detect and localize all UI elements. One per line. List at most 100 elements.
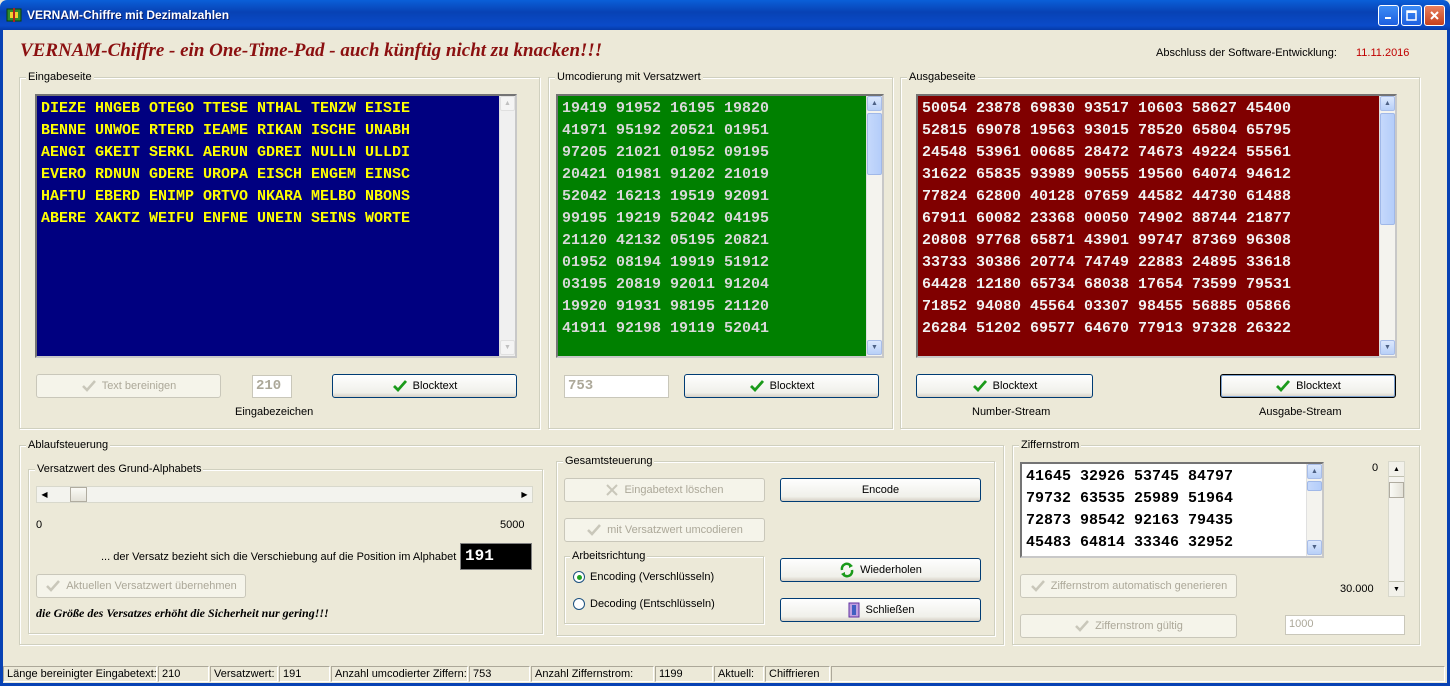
- status-current-label: Aktuell:: [714, 666, 764, 682]
- scroll-down-icon[interactable]: ▼: [1389, 581, 1404, 596]
- number-stream-blocktext-button[interactable]: Blocktext: [916, 374, 1093, 398]
- clean-text-label: Text bereinigen: [101, 380, 177, 392]
- status-offset-value: 191: [279, 666, 330, 682]
- input-blocktext-label: Blocktext: [412, 380, 458, 392]
- overall-control-title: Gesamtsteuerung: [563, 455, 655, 467]
- scroll-up-icon[interactable]: ▲: [867, 96, 882, 111]
- slider-right-icon[interactable]: ▶: [517, 487, 532, 502]
- close-window-button[interactable]: [1424, 5, 1445, 26]
- recoding-scrollbar[interactable]: ▲ ▼: [866, 96, 882, 356]
- status-length-label: Länge bereinigter Eingabetext:: [3, 666, 157, 682]
- output-scrollbar[interactable]: ▲ ▼: [1379, 96, 1395, 356]
- char-count-field[interactable]: 210: [252, 375, 292, 398]
- title-bar[interactable]: VERNAM-Chiffre mit Dezimalzahlen: [0, 0, 1450, 30]
- status-length-value: 210: [158, 666, 209, 682]
- input-textarea[interactable]: DIEZE HNGEB OTEGO TTESE NTHAL TENZW EISI…: [35, 94, 517, 358]
- recoding-blocktext-label: Blocktext: [769, 380, 815, 392]
- input-scrollbar[interactable]: ▲ ▼: [499, 96, 515, 356]
- recoding-title: Umcodierung mit Versatzwert: [555, 71, 703, 83]
- status-stream-label: Anzahl Ziffernstrom:: [531, 666, 654, 682]
- dev-date-value: 11.11.2016: [1356, 47, 1410, 59]
- scroll-down-icon[interactable]: ▼: [1307, 540, 1322, 555]
- radio-decoding[interactable]: [573, 598, 585, 610]
- stream-length-field[interactable]: 1000: [1285, 615, 1405, 635]
- length-scroll-thumb[interactable]: [1389, 482, 1404, 498]
- slider-max-label: 5000: [500, 519, 525, 531]
- check-icon: [1030, 580, 1045, 592]
- generate-stream-button[interactable]: Ziffernstrom automatisch generieren: [1020, 574, 1237, 598]
- offset-note: ... der Versatz bezieht sich die Verschi…: [101, 551, 457, 563]
- scroll-thumb[interactable]: [867, 113, 882, 175]
- output-stream-blocktext-label: Blocktext: [1296, 380, 1341, 392]
- minimize-icon: [1385, 17, 1391, 19]
- recoded-count-field[interactable]: 753: [564, 375, 669, 398]
- clear-input-button[interactable]: Eingabetext löschen: [564, 478, 765, 502]
- window-title: VERNAM-Chiffre mit Dezimalzahlen: [27, 8, 230, 22]
- apply-offset-button[interactable]: Aktuellen Versatzwert übernehmen: [36, 574, 246, 598]
- refresh-icon: [840, 562, 854, 578]
- repeat-button[interactable]: Wiederholen: [780, 558, 981, 582]
- check-icon: [587, 524, 602, 536]
- scroll-down-icon[interactable]: ▼: [500, 340, 515, 355]
- scroll-down-icon[interactable]: ▼: [1380, 340, 1395, 355]
- dev-date-label: Abschluss der Software-Entwicklung:: [1156, 47, 1337, 59]
- clean-text-button[interactable]: Text bereinigen: [36, 374, 221, 398]
- direction-group: [564, 556, 764, 624]
- check-icon: [81, 380, 96, 392]
- slider-left-icon[interactable]: ◀: [37, 487, 52, 502]
- check-icon: [1276, 380, 1291, 393]
- maximize-button[interactable]: [1401, 5, 1422, 26]
- minimize-button[interactable]: [1378, 5, 1399, 26]
- radio-encoding-label: Encoding (Verschlüsseln): [590, 571, 715, 583]
- output-page-title: Ausgabeseite: [907, 71, 978, 83]
- apply-offset-label: Aktuellen Versatzwert übernehmen: [66, 580, 237, 592]
- input-blocktext-button[interactable]: Blocktext: [332, 374, 517, 398]
- number-stream-blocktext-label: Blocktext: [992, 380, 1038, 392]
- recode-with-offset-button[interactable]: mit Versatzwert umcodieren: [564, 518, 765, 542]
- check-icon: [972, 380, 987, 393]
- security-hint: die Größe des Versatzes erhöht die Siche…: [36, 606, 329, 620]
- output-stream-blocktext-button[interactable]: Blocktext: [1220, 374, 1396, 398]
- encode-button[interactable]: Encode: [780, 478, 981, 502]
- scroll-up-icon[interactable]: ▲: [1389, 462, 1404, 477]
- slider-thumb[interactable]: [70, 487, 87, 502]
- radio-decoding-label: Decoding (Entschlüsseln): [590, 598, 715, 610]
- close-icon: [1430, 11, 1439, 20]
- digit-stream-scrollbar[interactable]: ▲ ▼: [1306, 464, 1322, 556]
- offset-value-display: 191: [460, 543, 532, 570]
- spin-bottom-label: 30.000: [1340, 583, 1374, 595]
- app-icon: [6, 8, 22, 22]
- radio-encoding[interactable]: [573, 571, 585, 583]
- scroll-thumb[interactable]: [1380, 113, 1395, 225]
- stream-valid-label: Ziffernstrom gültig: [1095, 620, 1183, 632]
- status-current-value: Chiffrieren: [765, 666, 830, 682]
- slider-min-label: 0: [36, 519, 43, 531]
- recode-with-offset-label: mit Versatzwert umcodieren: [607, 524, 743, 536]
- stream-valid-button[interactable]: Ziffernstrom gültig: [1020, 614, 1237, 638]
- scroll-up-icon[interactable]: ▲: [1380, 96, 1395, 111]
- offset-group-title: Versatzwert des Grund-Alphabets: [35, 463, 204, 475]
- recoding-blocktext-button[interactable]: Blocktext: [684, 374, 879, 398]
- status-stream-value: 1199: [655, 666, 713, 682]
- digit-stream-textarea[interactable]: 41645 32926 53745 84797 79732 63535 2598…: [1020, 462, 1324, 558]
- flow-control-title: Ablaufsteuerung: [26, 439, 111, 451]
- clear-input-label: Eingabetext löschen: [624, 484, 724, 496]
- scroll-thumb[interactable]: [1307, 481, 1322, 491]
- length-scrollbar[interactable]: ▲ ▼: [1388, 461, 1405, 597]
- check-icon: [749, 380, 764, 393]
- headline: VERNAM-Chiffre - ein One-Time-Pad - auch…: [20, 40, 603, 61]
- check-icon: [392, 380, 407, 393]
- generate-stream-label: Ziffernstrom automatisch generieren: [1050, 580, 1228, 592]
- check-icon: [46, 580, 61, 592]
- status-offset-label: Versatzwert:: [210, 666, 278, 682]
- status-recoded-value: 753: [469, 666, 530, 682]
- scroll-down-icon[interactable]: ▼: [867, 340, 882, 355]
- scroll-up-icon[interactable]: ▲: [500, 96, 515, 111]
- output-textarea[interactable]: 50054 23878 69830 93517 10603 58627 4540…: [916, 94, 1397, 358]
- scroll-up-icon[interactable]: ▲: [1307, 464, 1322, 479]
- close-button[interactable]: Schließen: [780, 598, 981, 622]
- maximize-icon: [1406, 10, 1417, 21]
- window-frame-left: [0, 30, 3, 686]
- recoding-textarea[interactable]: 19419 91952 16195 19820 41971 95192 2052…: [556, 94, 884, 358]
- offset-slider[interactable]: ◀ ▶: [36, 486, 533, 503]
